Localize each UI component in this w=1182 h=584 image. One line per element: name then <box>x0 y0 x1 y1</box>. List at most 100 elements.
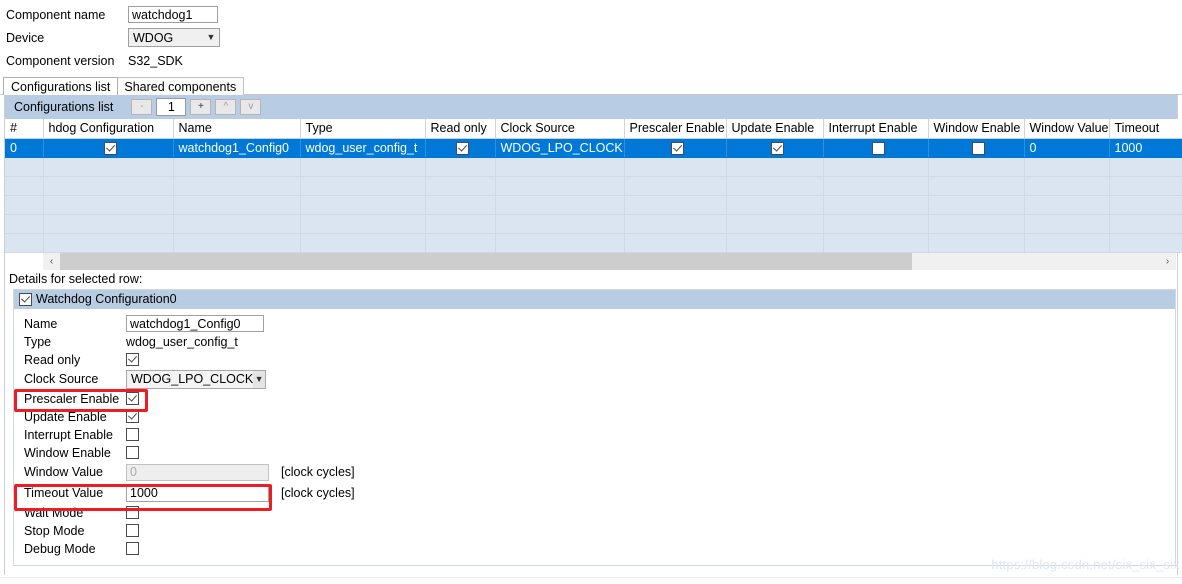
column-header-hdog-configuration[interactable]: hdog Configuration <box>43 119 174 139</box>
column-header-prescaler-enable[interactable]: Prescaler Enable <box>624 119 727 139</box>
cell-empty <box>1109 195 1182 215</box>
cell-prescaler-enable[interactable] <box>624 138 727 158</box>
cell-hdog-configuration[interactable] <box>43 138 174 158</box>
detail-window-value-input: 0 <box>126 463 269 481</box>
detail-name-input[interactable] <box>126 315 264 332</box>
checkbox-stop-mode[interactable] <box>126 524 139 537</box>
cell-empty <box>1024 195 1110 215</box>
checkbox-prescaler-enable-detail[interactable] <box>126 392 139 405</box>
detail-row-type: Type wdog_user_config_t <box>24 333 1175 351</box>
detail-timeout-value-input[interactable] <box>126 484 269 502</box>
detail-type-value: wdog_user_config_t <box>126 334 238 349</box>
detail-clock-source-select[interactable]: WDOG_LPO_CLOCK ▼ <box>126 369 266 389</box>
details-panel-header[interactable]: Watchdog Configuration0 <box>14 289 1175 309</box>
column-header-index[interactable]: # <box>5 119 44 139</box>
cell-update-enable[interactable] <box>726 138 824 158</box>
cell-empty <box>173 157 301 177</box>
detail-row-stop-mode: Stop Mode <box>24 522 1175 540</box>
column-header-window-enable[interactable]: Window Enable <box>928 119 1025 139</box>
column-header-clock-source[interactable]: Clock Source <box>495 119 625 139</box>
scrollbar-thumb[interactable] <box>60 252 912 270</box>
device-row: Device WDOG ▼ <box>6 27 1182 48</box>
detail-prescaler-enable-label: Prescaler Enable <box>24 391 120 406</box>
column-header-read-only[interactable]: Read only <box>425 119 496 139</box>
component-version-row: Component version S32_SDK <box>6 50 1182 71</box>
checkbox-read-only-detail[interactable] <box>126 353 139 366</box>
checkbox-update-enable[interactable] <box>770 141 784 155</box>
cell-empty <box>928 195 1025 215</box>
checkbox-debug-mode[interactable] <box>126 542 139 555</box>
checkbox-read-only[interactable] <box>456 141 469 155</box>
cell-name: watchdog1_Config0 <box>173 138 301 158</box>
checkbox-update-enable-detail[interactable] <box>126 410 139 423</box>
checkbox-watchdog-configuration[interactable] <box>19 292 32 306</box>
device-select[interactable]: WDOG ▼ <box>128 28 220 47</box>
checkbox-interrupt-enable[interactable] <box>871 141 885 155</box>
configurations-list-toolbar: Configurations list - 1 + ^ v <box>5 95 1177 119</box>
tab-shared-components[interactable]: Shared components <box>117 77 245 95</box>
checkbox-hdog-configuration[interactable] <box>104 141 117 155</box>
cell-empty <box>624 157 727 177</box>
cell-empty <box>43 214 174 234</box>
configuration-count-input[interactable]: 1 <box>156 97 187 116</box>
detail-wait-mode-label: Wait Mode <box>24 505 84 520</box>
table-horizontal-scrollbar[interactable]: ‹ › <box>43 252 1176 270</box>
remove-configuration-button[interactable]: - <box>131 98 153 115</box>
detail-row-read-only: Read only <box>24 351 1175 369</box>
cell-interrupt-enable[interactable] <box>823 138 929 158</box>
move-up-button[interactable]: ^ <box>215 98 237 115</box>
checkbox-wait-mode[interactable] <box>126 506 139 519</box>
cell-empty <box>495 176 625 196</box>
checkbox-interrupt-enable-detail[interactable] <box>126 428 139 441</box>
cell-empty <box>300 176 426 196</box>
cell-empty <box>43 195 174 215</box>
column-header-name[interactable]: Name <box>173 119 301 139</box>
scroll-right-icon[interactable]: › <box>1159 252 1176 270</box>
component-version-value: S32_SDK <box>128 53 183 68</box>
detail-row-debug-mode: Debug Mode <box>24 540 1175 558</box>
checkbox-window-enable[interactable] <box>972 141 985 155</box>
tab-shared-components-label: Shared components <box>124 80 237 94</box>
cell-empty <box>495 157 625 177</box>
cell-empty <box>1109 176 1182 196</box>
cell-empty <box>5 214 44 234</box>
cell-empty <box>726 176 824 196</box>
cell-empty <box>928 233 1025 253</box>
column-header-update-enable[interactable]: Update Enable <box>726 119 824 139</box>
component-header-form: Component name Device WDOG ▼ Component v… <box>0 0 1182 71</box>
scrollbar-track[interactable] <box>60 252 1159 270</box>
cell-empty <box>624 233 727 253</box>
add-configuration-button[interactable]: + <box>190 98 212 115</box>
cell-empty <box>1109 214 1182 234</box>
tab-configurations-list[interactable]: Configurations list <box>3 77 119 95</box>
table-row-empty <box>5 195 1182 215</box>
column-header-interrupt-enable[interactable]: Interrupt Enable <box>823 119 929 139</box>
table-row[interactable]: 0 watchdog1_Config0 wdog_user_config_t W… <box>5 138 1182 158</box>
detail-update-enable-label: Update Enable <box>24 409 107 424</box>
column-header-timeout[interactable]: Timeout <box>1109 119 1182 139</box>
configurations-table: # hdog Configuration Name Type Read only… <box>5 119 1182 253</box>
cell-window-enable[interactable] <box>928 138 1025 158</box>
checkbox-window-enable-detail[interactable] <box>126 446 139 459</box>
table-row-empty <box>5 157 1182 177</box>
cell-type: wdog_user_config_t <box>300 138 426 158</box>
cell-empty <box>300 195 426 215</box>
detail-row-window-enable: Window Enable <box>24 444 1175 462</box>
scroll-left-icon[interactable]: ‹ <box>43 252 60 270</box>
details-panel: Watchdog Configuration0 Name Type wdog_u… <box>13 288 1176 566</box>
move-down-button[interactable]: v <box>240 98 262 115</box>
cell-empty <box>5 233 44 253</box>
cell-empty <box>823 195 929 215</box>
checkbox-prescaler-enable[interactable] <box>671 141 684 155</box>
table-row-empty <box>5 176 1182 196</box>
column-header-type[interactable]: Type <box>300 119 426 139</box>
detail-type-label: Type <box>24 334 52 349</box>
cell-empty <box>300 214 426 234</box>
cell-empty <box>43 157 174 177</box>
detail-window-enable-label: Window Enable <box>24 445 111 460</box>
column-header-window-value[interactable]: Window Value <box>1024 119 1110 139</box>
details-caption: Details for selected row: <box>9 271 143 286</box>
cell-window-value: 0 <box>1024 138 1110 158</box>
component-name-input[interactable] <box>128 6 218 23</box>
cell-read-only[interactable] <box>425 138 496 158</box>
